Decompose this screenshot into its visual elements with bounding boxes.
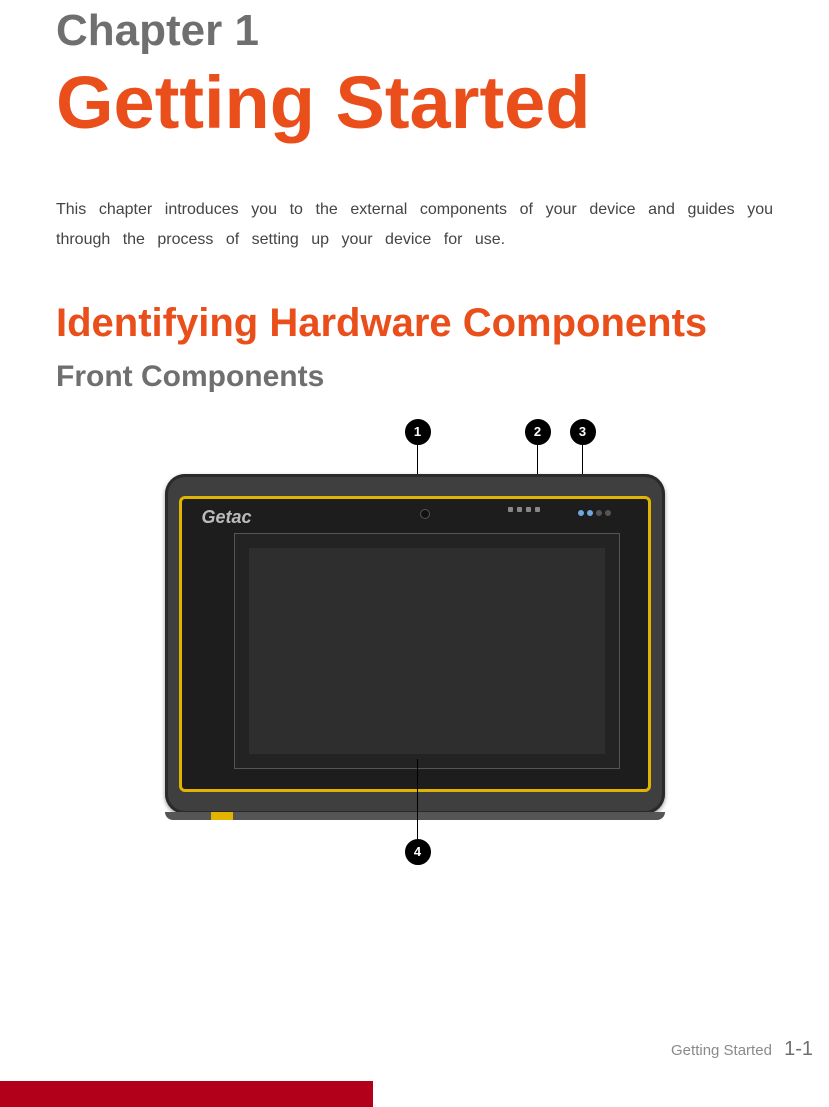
callout-bubble: 3 — [570, 419, 596, 445]
brand-logo: Getac — [202, 507, 252, 528]
section-heading: Identifying Hardware Components — [56, 301, 773, 346]
footer-section: Getting Started — [671, 1042, 772, 1059]
sensor-array-icon — [508, 507, 568, 517]
footer-stripe-red — [0, 1081, 373, 1107]
figure-container: 1 2 3 Getac — [56, 419, 773, 889]
callout-4: 4 — [405, 759, 431, 865]
page-number: 1-1 — [784, 1038, 813, 1060]
touchscreen — [234, 533, 620, 769]
callout-bubble: 4 — [405, 839, 431, 865]
indicator-leds-icon — [578, 505, 628, 521]
subsection-heading: Front Components — [56, 360, 773, 394]
intro-paragraph: This chapter introduces you to the exter… — [56, 195, 773, 256]
callout-bubble: 1 — [405, 419, 431, 445]
front-camera-icon — [420, 509, 430, 519]
device-notch — [211, 812, 233, 820]
chapter-label: Chapter 1 — [56, 6, 773, 56]
device-figure: 1 2 3 Getac — [155, 419, 675, 889]
callout-bubble: 2 — [525, 419, 551, 445]
device-bezel: Getac — [179, 496, 651, 792]
footer-stripe — [0, 1081, 829, 1107]
page-title: Getting Started — [56, 66, 773, 140]
page: Chapter 1 Getting Started This chapter i… — [0, 6, 829, 1107]
callout-line — [417, 759, 418, 839]
page-footer: Getting Started 1-1 — [0, 1038, 829, 1061]
